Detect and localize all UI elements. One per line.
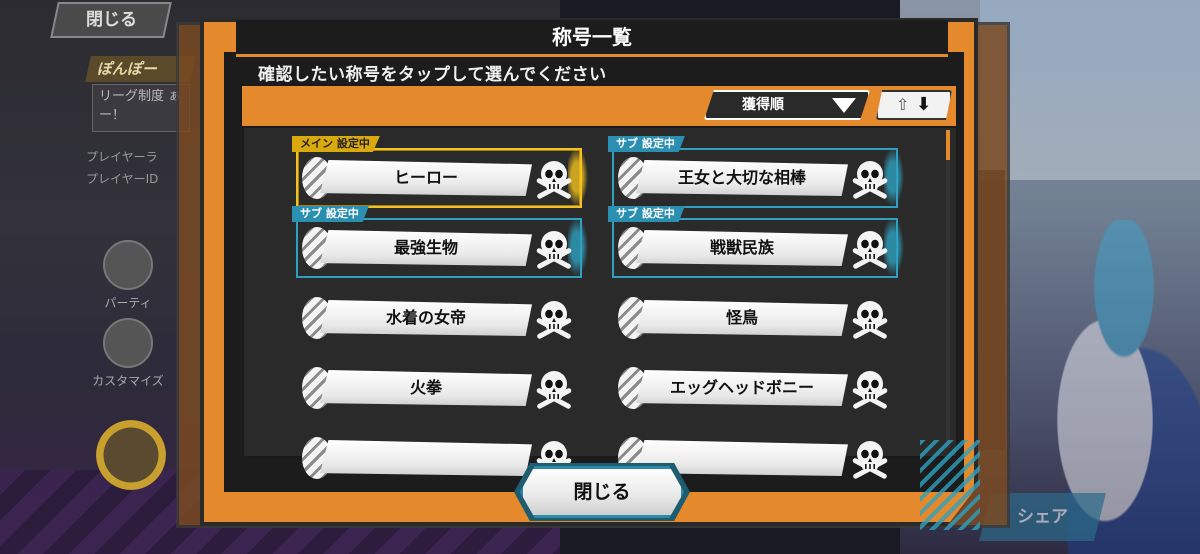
title-card-label: 最強生物 bbox=[320, 230, 532, 266]
list-scrollbar[interactable] bbox=[946, 130, 950, 448]
sort-order-toggle[interactable]: ⇧ ⬇ bbox=[876, 90, 952, 120]
skull-crossbones-icon bbox=[532, 296, 576, 340]
background-menu-party: パーティ bbox=[88, 240, 168, 311]
title-card[interactable]: 最強生物 サブ 設定中 bbox=[292, 206, 590, 282]
arrow-up-icon: ⇧ bbox=[896, 95, 910, 114]
list-scroll-thumb[interactable] bbox=[946, 130, 950, 160]
skull-crossbones-icon bbox=[848, 366, 892, 410]
corner-accent bbox=[920, 440, 980, 530]
background-close-button: 閉じる bbox=[50, 2, 172, 38]
background-info-b: プレイヤーID bbox=[86, 172, 159, 186]
sort-select[interactable]: 獲得順 bbox=[704, 90, 870, 120]
close-button[interactable]: 閉じる bbox=[520, 466, 684, 518]
title-card[interactable]: 王女と大切な相棒 サブ 設定中 bbox=[608, 136, 906, 212]
title-card-label: ヒーロー bbox=[320, 160, 532, 196]
title-card[interactable]: 火拳 bbox=[296, 358, 582, 418]
chevron-down-icon bbox=[832, 98, 856, 113]
skull-crossbones-icon bbox=[532, 156, 576, 200]
title-card-label: エッグヘッドボニー bbox=[636, 370, 848, 406]
title-card[interactable]: ヒーロー メイン 設定中 bbox=[292, 136, 590, 212]
modal-instruction: 確認したい称号をタップして選んでください bbox=[258, 65, 607, 85]
skull-crossbones-icon bbox=[532, 366, 576, 410]
gear-icon bbox=[103, 318, 153, 368]
skull-crossbones-icon bbox=[848, 296, 892, 340]
title-card-label: 王女と大切な相棒 bbox=[636, 160, 848, 196]
title-card-label bbox=[320, 440, 532, 476]
equipped-badge: サブ 設定中 bbox=[608, 136, 685, 152]
skull-crossbones-icon bbox=[532, 226, 576, 270]
skull-crossbones-icon bbox=[848, 436, 892, 480]
background-info-a: プレイヤーラ bbox=[86, 150, 158, 164]
equipped-badge: サブ 設定中 bbox=[292, 206, 369, 222]
background-menu-custom: カスタマイズ bbox=[88, 318, 168, 389]
title-card-label: 火拳 bbox=[320, 370, 532, 406]
equipped-badge: サブ 設定中 bbox=[608, 206, 685, 222]
title-card[interactable]: 怪鳥 bbox=[612, 288, 898, 348]
equipped-badge: メイン 設定中 bbox=[292, 136, 380, 152]
skull-crossbones-icon bbox=[848, 226, 892, 270]
background-sky bbox=[980, 0, 1200, 180]
title-card[interactable]: 戦獣民族 サブ 設定中 bbox=[608, 206, 906, 282]
title-card[interactable]: エッグヘッドボニー bbox=[612, 358, 898, 418]
modal-title: 称号一覧 bbox=[552, 25, 632, 49]
title-card-label: 戦獣民族 bbox=[636, 230, 848, 266]
background-avatar bbox=[96, 420, 166, 490]
party-icon bbox=[103, 240, 153, 290]
skull-crossbones-icon bbox=[848, 156, 892, 200]
title-card[interactable]: 水着の女帝 bbox=[296, 288, 582, 348]
title-card-label: 水着の女帝 bbox=[320, 300, 532, 336]
sort-selected-label: 獲得順 bbox=[742, 97, 784, 113]
title-card-label: 怪鳥 bbox=[636, 300, 848, 336]
arrow-down-icon: ⬇ bbox=[916, 94, 932, 115]
